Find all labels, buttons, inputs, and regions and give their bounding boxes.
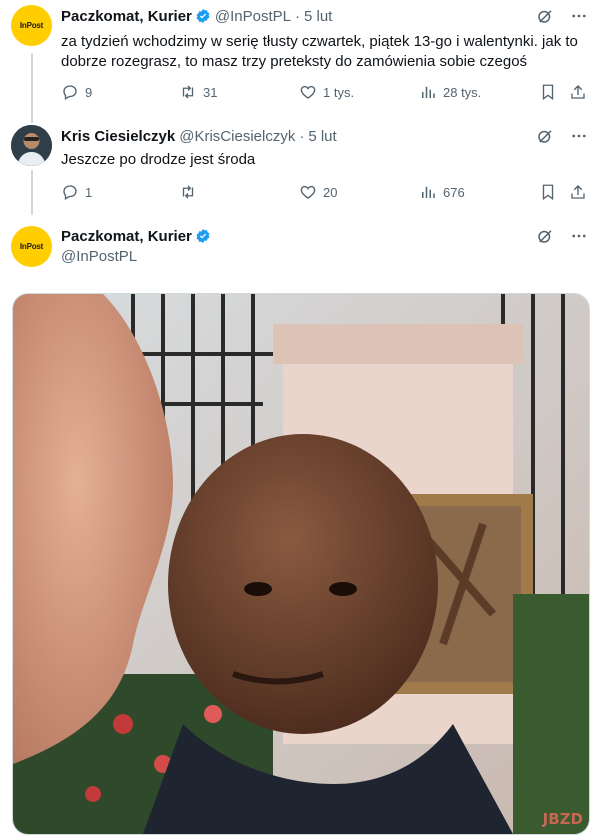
avatar[interactable]: InPost: [11, 5, 52, 46]
inpost-logo: InPost: [19, 242, 44, 251]
timestamp[interactable]: 5 lut: [304, 8, 332, 25]
author-name[interactable]: Paczkomat, Kurier: [61, 8, 192, 25]
verified-badge-icon: [195, 8, 211, 24]
author-name[interactable]: Kris Ciesielczyk: [61, 128, 175, 145]
grok-icon[interactable]: [536, 7, 554, 25]
share-icon: [571, 185, 585, 199]
avatar[interactable]: InPost: [11, 226, 52, 267]
retweet-count: 31: [203, 84, 218, 100]
retweet-button[interactable]: 31: [179, 83, 217, 101]
reply-icon: [63, 85, 77, 100]
action-bar: 1 20 676: [61, 181, 590, 203]
avatar[interactable]: [11, 125, 52, 166]
author-handle[interactable]: @KrisCiesielczyk: [179, 128, 295, 145]
views-button[interactable]: 676: [419, 183, 465, 201]
heart-icon: [300, 85, 316, 99]
more-options-icon[interactable]: [570, 127, 588, 145]
tweet-text: za tydzień wchodzimy w serię tłusty czwa…: [61, 33, 578, 70]
reply-icon: [63, 185, 77, 200]
bookmark-icon: [542, 84, 554, 101]
bookmark-button[interactable]: [539, 83, 557, 101]
separator-dot: ·: [295, 7, 300, 25]
share-icon: [571, 85, 585, 99]
reply-count: 9: [85, 84, 93, 100]
like-button[interactable]: 20: [299, 183, 337, 201]
action-bar: 9 31 1 tys. 28 tys.: [61, 81, 590, 103]
tweet-1[interactable]: InPost Paczkomat, Kurier @InPostPL · 5 l…: [0, 0, 600, 120]
tweet-media-image[interactable]: JBZD: [12, 293, 590, 835]
bookmark-button[interactable]: [539, 183, 557, 201]
grok-icon[interactable]: [536, 127, 554, 145]
more-options-icon[interactable]: [570, 7, 588, 25]
bookmark-icon: [542, 184, 554, 201]
like-button[interactable]: 1 tys.: [299, 83, 354, 101]
like-count: 20: [323, 184, 338, 200]
tweet-text: Jeszcze po drodze jest środa: [61, 151, 256, 168]
timestamp[interactable]: 5 lut: [308, 128, 336, 145]
reply-button[interactable]: 9: [61, 83, 92, 101]
views-button[interactable]: 28 tys.: [419, 83, 481, 101]
tweet-header: Kris Ciesielczyk @KrisCiesielczyk · 5 lu…: [61, 126, 588, 146]
view-count: 676: [443, 184, 465, 200]
author-handle[interactable]: @InPostPL: [61, 247, 584, 267]
retweet-icon: [182, 185, 194, 199]
share-button[interactable]: [569, 83, 587, 101]
share-button[interactable]: [569, 183, 587, 201]
heart-icon: [300, 185, 316, 199]
reply-count: 1: [85, 184, 93, 200]
verified-badge-icon: [195, 228, 211, 244]
jbzd-watermark: JBZD: [542, 810, 583, 828]
grok-icon[interactable]: [536, 227, 554, 245]
view-count: 28 tys.: [443, 84, 482, 100]
tweet-header: Paczkomat, Kurier @InPostPL · 5 lut: [61, 6, 588, 26]
views-icon: [422, 86, 435, 98]
like-count: 1 tys.: [323, 84, 355, 100]
more-options-icon[interactable]: [570, 227, 588, 245]
tweet-header: Paczkomat, Kurier: [61, 226, 588, 246]
profile-photo-icon: [11, 125, 52, 166]
author-name[interactable]: Paczkomat, Kurier: [61, 228, 192, 245]
separator-dot: ·: [299, 127, 305, 145]
tweet-2[interactable]: Kris Ciesielczyk @KrisCiesielczyk · 5 lu…: [0, 120, 600, 216]
meme-photo-icon: [13, 294, 589, 834]
author-handle[interactable]: @InPostPL: [215, 8, 291, 25]
reply-button[interactable]: 1: [61, 183, 92, 201]
views-icon: [422, 186, 435, 198]
inpost-logo: InPost: [19, 21, 44, 30]
retweet-button[interactable]: [179, 183, 203, 201]
retweet-icon: [182, 85, 194, 99]
